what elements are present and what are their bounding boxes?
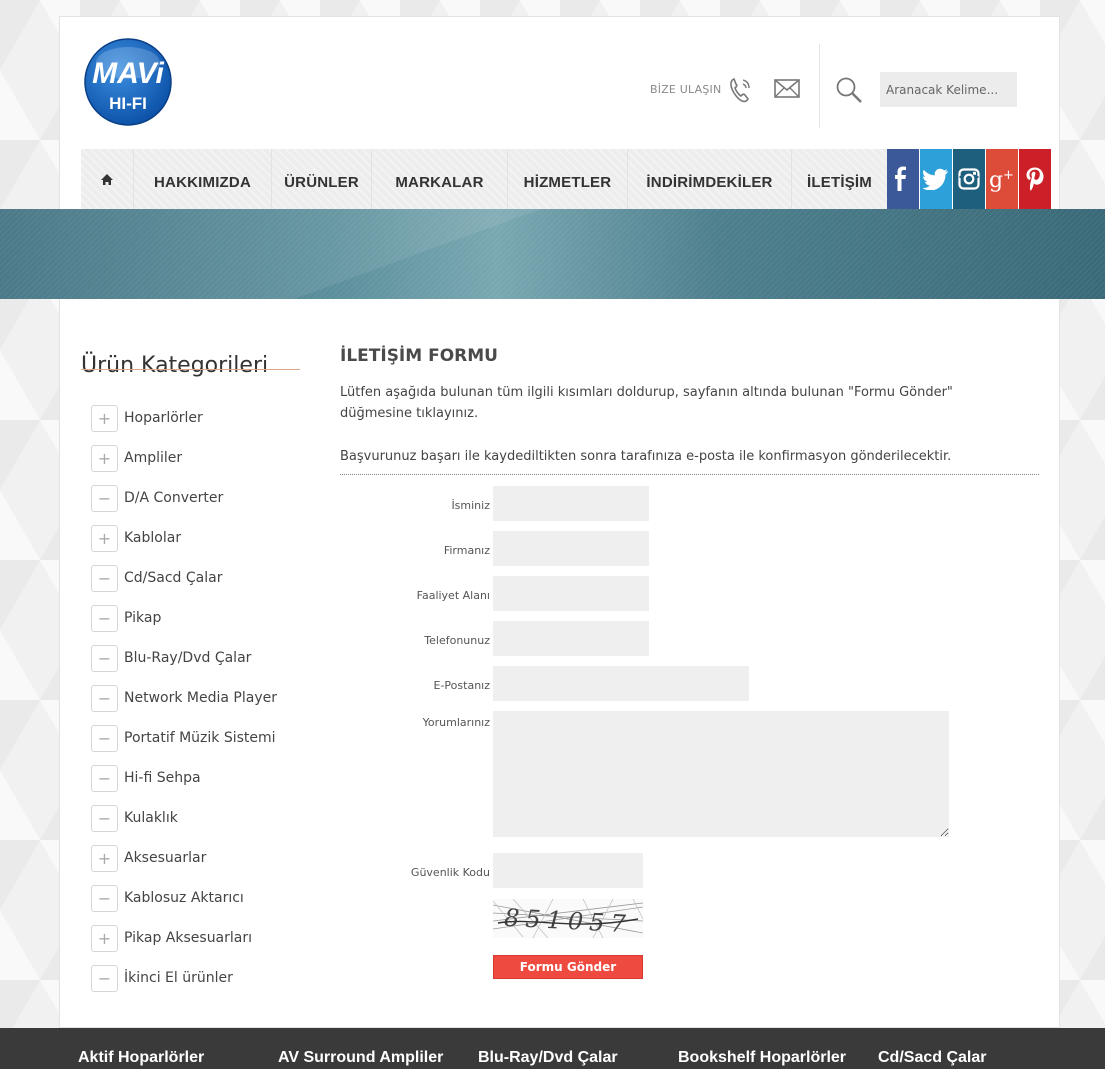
logo-text-bottom: HI-FI — [109, 94, 147, 113]
nav-item-products[interactable]: ÜRÜNLER — [272, 149, 372, 209]
category-list: + Hoparlörler + Ampliler − D/A Converter + Kabl… — [91, 405, 277, 1005]
category-item[interactable]: − Kulaklık — [91, 805, 277, 845]
phone-field[interactable] — [493, 621, 649, 656]
nav-item-about[interactable]: HAKKIMIZDA — [134, 149, 272, 209]
form-confirmation-note: Başvurunuz başarı ile kaydediltikten son… — [340, 449, 952, 464]
category-label[interactable]: Hoparlörler — [124, 405, 203, 432]
category-label[interactable]: Cd/Sacd Çalar — [124, 565, 222, 592]
form-divider — [340, 474, 1039, 475]
collapse-icon[interactable]: − — [91, 805, 118, 832]
main-nav: HAKKIMIZDA ÜRÜNLER MARKALAR HİZMETLER İN… — [81, 149, 887, 209]
category-item[interactable]: − Cd/Sacd Çalar — [91, 565, 277, 605]
collapse-icon[interactable]: − — [91, 565, 118, 592]
instagram-icon[interactable] — [953, 149, 985, 209]
submit-button[interactable]: Formu Gönder — [493, 955, 643, 979]
name-label: İsminiz — [451, 499, 490, 512]
nav-item-services[interactable]: HİZMETLER — [508, 149, 628, 209]
category-item[interactable]: − İkinci El ürünler — [91, 965, 277, 1005]
svg-text:g: g — [989, 168, 1003, 192]
footer-link-active-speakers[interactable]: Aktif Hoparlörler — [78, 1049, 204, 1067]
footer-link-cd-players[interactable]: Cd/Sacd Çalar — [878, 1049, 986, 1067]
category-item[interactable]: − D/A Converter — [91, 485, 277, 525]
expand-icon[interactable]: + — [91, 525, 118, 552]
category-item[interactable]: + Ampliler — [91, 445, 277, 485]
expand-icon[interactable]: + — [91, 445, 118, 472]
category-item[interactable]: − Blu-Ray/Dvd Çalar — [91, 645, 277, 685]
security-code-label: Güvenlik Kodu — [410, 866, 490, 879]
category-label[interactable]: Portatif Müzik Sistemi — [124, 725, 276, 752]
form-title: İLETİŞİM FORMU — [340, 346, 498, 366]
category-label[interactable]: Pikap — [124, 605, 161, 632]
expand-icon[interactable]: + — [91, 405, 118, 432]
category-label[interactable]: D/A Converter — [124, 485, 223, 512]
collapse-icon[interactable]: − — [91, 885, 118, 912]
phone-icon[interactable] — [729, 76, 753, 108]
search-input[interactable] — [880, 72, 1017, 107]
collapse-icon[interactable]: − — [91, 765, 118, 792]
pinterest-icon[interactable] — [1019, 149, 1051, 209]
collapse-icon[interactable]: − — [91, 685, 118, 712]
category-item[interactable]: + Aksesuarlar — [91, 845, 277, 885]
header-banner — [0, 209, 1105, 299]
category-label[interactable]: Network Media Player — [124, 685, 277, 712]
category-label[interactable]: Pikap Aksesuarları — [124, 925, 252, 952]
category-item[interactable]: + Hoparlörler — [91, 405, 277, 445]
category-item[interactable]: − Kablosuz Aktarıcı — [91, 885, 277, 925]
collapse-icon[interactable]: − — [91, 485, 118, 512]
footer-link-bookshelf-speakers[interactable]: Bookshelf Hoparlörler — [678, 1049, 846, 1067]
comments-textarea[interactable] — [493, 711, 949, 837]
footer-link-av-amplifiers[interactable]: AV Surround Ampliler — [278, 1049, 443, 1067]
site-logo[interactable]: MAVi HI-FI — [83, 37, 173, 127]
contact-label[interactable]: BİZE ULAŞIN — [650, 83, 721, 96]
search-icon[interactable] — [835, 76, 863, 108]
category-label[interactable]: Kablosuz Aktarıcı — [124, 885, 244, 912]
category-item[interactable]: − Pikap — [91, 605, 277, 645]
category-label[interactable]: Blu-Ray/Dvd Çalar — [124, 645, 251, 672]
header-divider — [819, 44, 820, 128]
nav-item-brands[interactable]: MARKALAR — [372, 149, 508, 209]
phone-label: Telefonunuz — [424, 634, 490, 647]
logo-text-top: MAVi — [92, 57, 164, 90]
svg-text:+: + — [1003, 168, 1014, 183]
home-icon[interactable] — [81, 149, 134, 209]
security-code-field[interactable] — [493, 853, 643, 888]
captcha-image: 851057 — [492, 898, 644, 938]
email-label: E-Postanız — [433, 679, 490, 692]
category-item[interactable]: − Network Media Player — [91, 685, 277, 725]
collapse-icon[interactable]: − — [91, 645, 118, 672]
expand-icon[interactable]: + — [91, 845, 118, 872]
category-label[interactable]: Hi-fi Sehpa — [124, 765, 201, 792]
twitter-icon[interactable] — [920, 149, 952, 209]
category-item[interactable]: + Pikap Aksesuarları — [91, 925, 277, 965]
google-plus-icon[interactable]: g + — [986, 149, 1018, 209]
name-field[interactable] — [493, 486, 649, 521]
category-label[interactable]: Aksesuarlar — [124, 845, 206, 872]
category-label[interactable]: İkinci El ürünler — [124, 965, 233, 992]
category-item[interactable]: − Portatif Müzik Sistemi — [91, 725, 277, 765]
footer-links: Aktif Hoparlörler AV Surround Ampliler B… — [0, 1028, 1105, 1069]
nav-item-discounts[interactable]: İNDİRİMDEKİLER — [628, 149, 792, 209]
expand-icon[interactable]: + — [91, 925, 118, 952]
comments-label: Yorumlarınız — [422, 716, 490, 729]
mail-icon[interactable] — [774, 79, 800, 103]
email-field[interactable] — [493, 666, 749, 701]
nav-item-contact[interactable]: İLETİŞİM — [792, 149, 887, 209]
footer-link-bluray-players[interactable]: Blu-Ray/Dvd Çalar — [478, 1049, 618, 1067]
category-title-underline — [81, 369, 300, 370]
activity-label: Faaliyet Alanı — [416, 589, 490, 602]
category-item[interactable]: − Hi-fi Sehpa — [91, 765, 277, 805]
category-label[interactable]: Kulaklık — [124, 805, 178, 832]
company-label: Firmanız — [443, 544, 490, 557]
collapse-icon[interactable]: − — [91, 725, 118, 752]
form-intro: Lütfen aşağıda bulunan tüm ilgili kısıml… — [340, 385, 953, 421]
category-label[interactable]: Ampliler — [124, 445, 182, 472]
category-title: Ürün Kategorileri — [81, 353, 269, 379]
facebook-icon[interactable] — [887, 149, 919, 209]
company-field[interactable] — [493, 531, 649, 566]
collapse-icon[interactable]: − — [91, 965, 118, 992]
collapse-icon[interactable]: − — [91, 605, 118, 632]
category-item[interactable]: + Kablolar — [91, 525, 277, 565]
category-label[interactable]: Kablolar — [124, 525, 181, 552]
activity-field[interactable] — [493, 576, 649, 611]
